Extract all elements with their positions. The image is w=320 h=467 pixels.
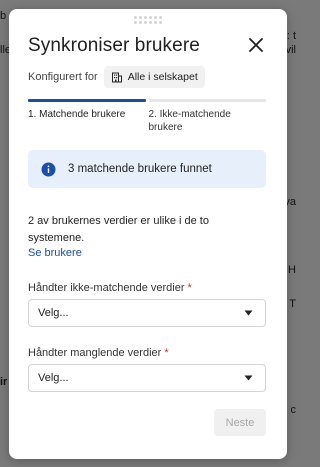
info-icon — [41, 162, 56, 176]
field-label-text: Håndter manglende verdier — [28, 347, 162, 359]
scope-chip-label: Alle i selskapet — [127, 71, 198, 83]
scope-chip: Alle i selskapet — [103, 66, 205, 88]
missing-values-select[interactable]: Velg... — [28, 364, 266, 392]
step-matching-users: 1. Matchende brukere — [28, 99, 146, 134]
required-marker: * — [164, 347, 169, 359]
non-matching-values-select[interactable]: Velg... — [28, 299, 266, 327]
close-icon[interactable] — [247, 36, 265, 54]
missing-values-label: Håndter manglende verdier * — [28, 347, 169, 359]
next-button[interactable]: Neste — [214, 409, 266, 436]
info-banner: 3 matchende brukere funnet — [28, 150, 266, 188]
dialog-title: Synkroniser brukere — [28, 35, 200, 56]
caret-down-icon — [244, 375, 253, 381]
see-users-link[interactable]: Se brukere — [28, 247, 82, 259]
select-value: Velg... — [38, 307, 69, 319]
drag-handle[interactable] — [133, 16, 163, 24]
field-label-text: Håndter ikke-matchende verdier — [28, 282, 185, 294]
select-value: Velg... — [38, 372, 69, 384]
non-matching-values-label: Håndter ikke-matchende verdier * — [28, 282, 192, 294]
close-button[interactable] — [247, 36, 265, 54]
step-label: 1. Matchende brukere — [28, 109, 126, 120]
configured-for-label: Konfigurert for — [28, 71, 98, 83]
step-non-matching-users: 2. Ikke-matchende brukere — [148, 99, 266, 134]
step-progress-bar — [28, 99, 146, 102]
stepper: 1. Matchende brukere 2. Ikke-matchende b… — [28, 99, 266, 134]
description-text: 2 av brukernes verdier er ulike i de to … — [28, 215, 209, 244]
step-label: 2. Ikke-matchende brukere — [148, 109, 231, 133]
building-icon — [111, 72, 122, 83]
caret-down-icon — [244, 310, 253, 316]
bg-text-fragment: : t — [286, 30, 296, 42]
required-marker: * — [187, 282, 192, 294]
bg-text-fragment: ir — [0, 376, 8, 388]
sync-users-dialog: Synkroniser brukere Konfigurert for Alle… — [9, 9, 287, 459]
info-banner-text: 3 matchende brukere funnet — [68, 163, 212, 175]
bg-text-fragment: vil — [285, 44, 296, 56]
configured-for-row: Konfigurert for Alle i selskapet — [28, 66, 205, 88]
step-progress-bar — [148, 99, 266, 102]
bg-text-fragment: H — [288, 264, 296, 276]
bg-text-fragment: b — [0, 10, 7, 22]
